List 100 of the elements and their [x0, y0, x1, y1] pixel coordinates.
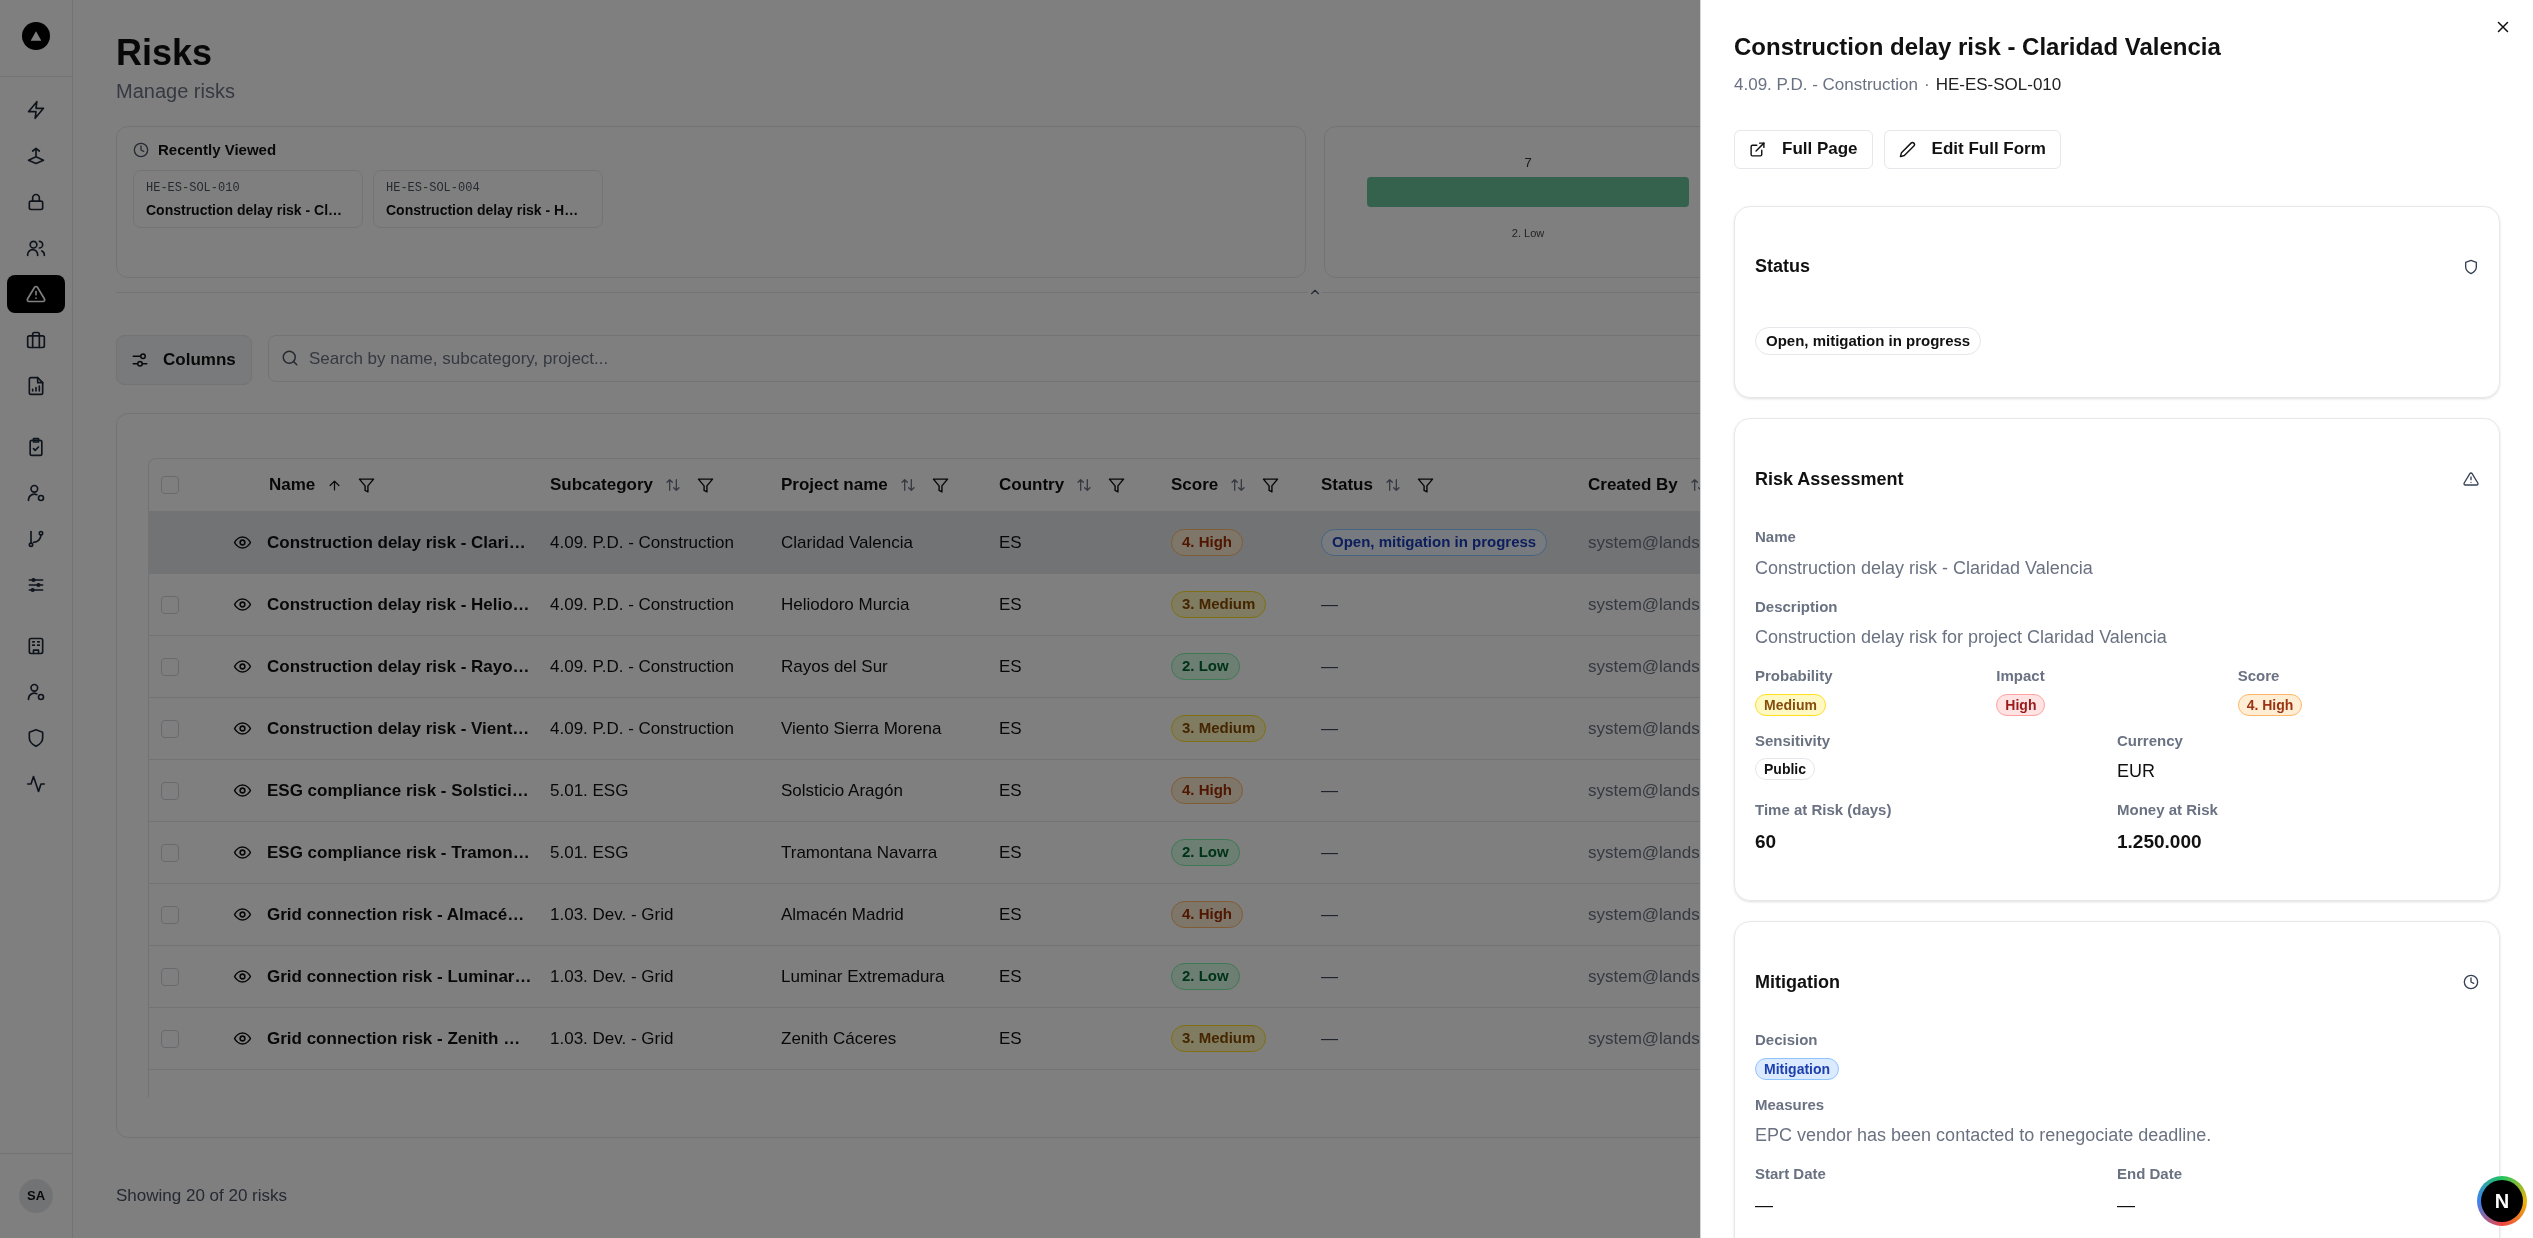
table-cell: system@lands [1588, 1028, 1700, 1048]
table-cell: system@lands [1588, 594, 1700, 614]
search-icon [281, 349, 299, 367]
risk-name-link: ESG compliance risk - Solstici… [267, 780, 529, 800]
users-icon [26, 238, 46, 258]
field-label: Probability [1755, 666, 1833, 686]
column-header[interactable]: Name [269, 472, 316, 498]
field-label: Measures [1755, 1094, 1825, 1115]
filter-icon[interactable] [1416, 476, 1434, 494]
user-avatar[interactable]: SA [19, 1179, 53, 1213]
report-icon [26, 376, 46, 396]
risk-code: HE-ES-SOL-010 [1935, 74, 2062, 96]
status-badge: 3. Medium [1171, 591, 1267, 618]
eye-icon[interactable] [233, 967, 252, 986]
table-cell: Luminar Extremadura [781, 966, 945, 986]
table-cell: Heliodoro Murcia [781, 594, 910, 614]
table-cell: system@lands [1588, 966, 1700, 986]
risk-name-link: Grid connection risk - Zenith … [267, 1028, 521, 1048]
drawer-title: Construction delay risk - Claridad Valencia [1734, 32, 2221, 62]
column-header[interactable]: Country [999, 472, 1065, 498]
risk-name: Construction delay risk - Cl… [146, 200, 343, 220]
field-value: EPC vendor has been contacted to renegociate deadline. [1755, 1124, 2212, 1147]
table-cell: — [1321, 780, 1338, 800]
eye-icon[interactable] [233, 843, 252, 862]
field-label: Description [1755, 596, 1838, 617]
value-badge: Medium [1755, 693, 1826, 716]
sliders-icon [26, 575, 46, 595]
risk-name-link: ESG compliance risk - Tramon… [267, 842, 530, 862]
risk-code: HE-ES-SOL-004 [386, 179, 480, 197]
field-value: EUR [2117, 760, 2155, 783]
column-header[interactable]: Status [1321, 472, 1373, 498]
column-header[interactable]: Score [1171, 472, 1219, 498]
status-badge: 3. Medium [1171, 1025, 1267, 1052]
table-cell: 4.09. P.D. - Construction [550, 532, 734, 552]
status-badge: 4. High [1171, 529, 1243, 556]
eye-icon[interactable] [233, 719, 252, 738]
risk-name-link: Construction delay risk - Clari… [267, 532, 526, 552]
edit-button[interactable]: Edit Full Form [1883, 129, 2061, 169]
briefcase-icon [26, 330, 46, 350]
full-page-button[interactable]: Full Page [1734, 129, 1873, 169]
field-value: — [1755, 1193, 1773, 1217]
table-cell: system@lands [1588, 532, 1700, 552]
lightning-icon [26, 100, 46, 120]
table-cell: 4.09. P.D. - Construction [550, 718, 734, 738]
field-label: Score [2237, 666, 2280, 686]
section-title: Recently Viewed [158, 140, 277, 160]
eye-icon[interactable] [233, 533, 252, 552]
field-label: End Date [2117, 1164, 2182, 1184]
eye-icon[interactable] [233, 595, 252, 614]
table-cell: 1.03. Dev. - Grid [550, 966, 674, 986]
results-count: Showing 20 of 20 risks [116, 1185, 288, 1207]
table-cell: Rayos del Sur [781, 656, 888, 676]
column-header[interactable]: Project name [781, 472, 888, 498]
table-cell: Solsticio Aragón [781, 780, 903, 800]
table-cell: — [1321, 1028, 1338, 1048]
recent-item[interactable]: HE-ES-SOL-004 Construction delay risk - H… [373, 169, 603, 228]
table-cell: Almacén Madrid [781, 904, 904, 924]
user-settings-icon [26, 483, 46, 503]
table-cell: 5.01. ESG [550, 780, 629, 800]
lock-icon [26, 192, 46, 212]
activity-icon [26, 774, 46, 794]
field-label: Impact [1996, 666, 2045, 686]
table-cell: ES [999, 966, 1022, 986]
eye-icon[interactable] [233, 657, 252, 676]
filter-icon[interactable] [931, 476, 949, 494]
table-cell: 5.01. ESG [550, 842, 629, 862]
field-value: 60 [1755, 829, 1777, 854]
risk-name-link: Grid connection risk - Luminar… [267, 966, 532, 986]
filter-icon[interactable] [697, 476, 714, 494]
warning-icon [26, 284, 46, 304]
status-badge: 2. Low [1171, 839, 1240, 866]
field-value: — [2117, 1193, 2135, 1217]
recent-item[interactable]: HE-ES-SOL-010 Construction delay risk - Cl… [133, 169, 363, 228]
sort-ascending-icon[interactable] [327, 477, 343, 493]
filter-icon[interactable] [358, 476, 376, 494]
status-badge: Open, mitigation in progress [1321, 529, 1548, 556]
table-cell: system@lands [1588, 904, 1700, 924]
table-cell: 1.03. Dev. - Grid [550, 904, 674, 924]
table-cell: ES [999, 656, 1022, 676]
eye-icon[interactable] [233, 1029, 252, 1048]
field-value: 1.250.000 [2117, 829, 2202, 854]
table-cell: system@lands [1588, 718, 1700, 738]
columns-button[interactable]: Columns [116, 335, 252, 385]
value-badge: High [1996, 693, 2046, 716]
branch-icon [26, 529, 46, 549]
eye-icon[interactable] [233, 781, 252, 800]
table-cell: 4.09. P.D. - Construction [550, 656, 734, 676]
logo-icon [22, 22, 50, 50]
shield-icon [2463, 258, 2479, 275]
value-badge: Mitigation [1755, 1057, 1840, 1080]
table-cell: ES [999, 594, 1022, 614]
table-cell: ES [999, 904, 1022, 924]
column-header[interactable]: Subcategory [550, 472, 653, 498]
filter-icon[interactable] [1262, 476, 1280, 494]
filter-icon[interactable] [1108, 476, 1126, 494]
table-cell: — [1321, 842, 1338, 862]
column-header[interactable]: Created By [1588, 472, 1678, 498]
nav-item[interactable] [7, 275, 65, 313]
table-cell: — [1321, 904, 1338, 924]
eye-icon[interactable] [233, 905, 252, 924]
